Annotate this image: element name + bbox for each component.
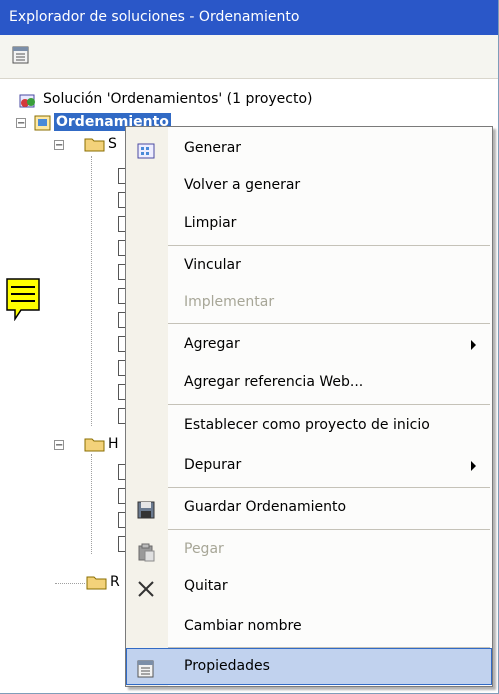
- folder-node[interactable]: R: [110, 572, 120, 592]
- tree-line: [91, 156, 92, 426]
- menu-item-label: Limpiar: [184, 215, 237, 231]
- menu-item-label: Agregar: [184, 336, 240, 352]
- delete-icon: [136, 577, 156, 597]
- menu-separator: [168, 245, 490, 246]
- solution-icon: [18, 91, 38, 109]
- menu-item-label: Generar: [184, 140, 242, 156]
- build-icon: [136, 139, 156, 159]
- menu-item-implementar: Implementar: [126, 284, 492, 321]
- menu-item-quitar[interactable]: Quitar: [126, 568, 492, 605]
- save-icon: [136, 498, 156, 519]
- menu-item-cambiar-nombre[interactable]: Cambiar nombre: [126, 608, 492, 645]
- menu-item-label: Depurar: [184, 457, 242, 473]
- menu-item-vincular[interactable]: Vincular: [126, 247, 492, 284]
- project-collapse-toggle[interactable]: −: [16, 118, 26, 129]
- menu-item-guardar[interactable]: Guardar Ordenamiento: [126, 489, 492, 526]
- menu-item-volver-a-generar[interactable]: Volver a generar: [126, 167, 492, 204]
- submenu-arrow-icon: [471, 340, 476, 350]
- menu-item-depurar[interactable]: Depurar: [126, 447, 492, 484]
- menu-item-label: Propiedades: [184, 658, 270, 674]
- menu-item-generar[interactable]: Generar: [126, 130, 492, 167]
- menu-item-label: Quitar: [184, 578, 228, 594]
- menu-separator: [168, 323, 490, 324]
- project-icon: [33, 113, 53, 133]
- properties-icon[interactable]: [10, 44, 32, 66]
- context-menu: Generar Volver a generar Limpiar Vincula…: [125, 126, 493, 687]
- menu-item-label: Cambiar nombre: [184, 618, 302, 634]
- menu-item-agregar-referencia-web[interactable]: Agregar referencia Web...: [126, 364, 492, 401]
- folder-collapse-toggle[interactable]: −: [54, 140, 64, 151]
- toolbar: [0, 35, 498, 79]
- paste-icon: [136, 540, 156, 562]
- menu-item-label: Vincular: [184, 257, 241, 273]
- folder-icon: [84, 435, 106, 453]
- menu-item-establecer-proyecto-inicio[interactable]: Establecer como proyecto de inicio: [126, 407, 492, 444]
- menu-item-pegar: Pegar: [126, 531, 492, 568]
- solution-explorer-panel: Explorador de soluciones - Ordenamiento …: [0, 0, 499, 694]
- folder-icon: [84, 135, 106, 153]
- folder-node[interactable]: H: [108, 434, 119, 454]
- window-title: Explorador de soluciones - Ordenamiento: [0, 0, 498, 35]
- note-callout-icon: [5, 277, 41, 322]
- menu-item-label: Implementar: [184, 294, 275, 310]
- properties-icon: [136, 657, 156, 678]
- menu-item-label: Agregar referencia Web...: [184, 374, 364, 390]
- folder-collapse-toggle[interactable]: −: [54, 440, 64, 451]
- menu-item-label: Establecer como proyecto de inicio: [184, 417, 430, 433]
- solution-node[interactable]: Solución 'Ordenamientos' (1 proyecto): [43, 89, 313, 109]
- tree-line: [91, 454, 92, 554]
- menu-separator: [168, 404, 490, 405]
- folder-node[interactable]: S: [108, 134, 117, 154]
- submenu-arrow-icon: [471, 461, 476, 471]
- menu-separator: [168, 529, 490, 530]
- menu-item-label: Volver a generar: [184, 177, 301, 193]
- menu-item-limpiar[interactable]: Limpiar: [126, 205, 492, 242]
- menu-item-label: Guardar Ordenamiento: [184, 499, 347, 515]
- menu-item-label: Pegar: [184, 541, 224, 557]
- menu-item-propiedades[interactable]: Propiedades: [126, 648, 492, 685]
- menu-item-agregar[interactable]: Agregar: [126, 326, 492, 363]
- tree-line: [55, 583, 85, 584]
- menu-separator: [168, 487, 490, 488]
- folder-icon: [86, 573, 108, 591]
